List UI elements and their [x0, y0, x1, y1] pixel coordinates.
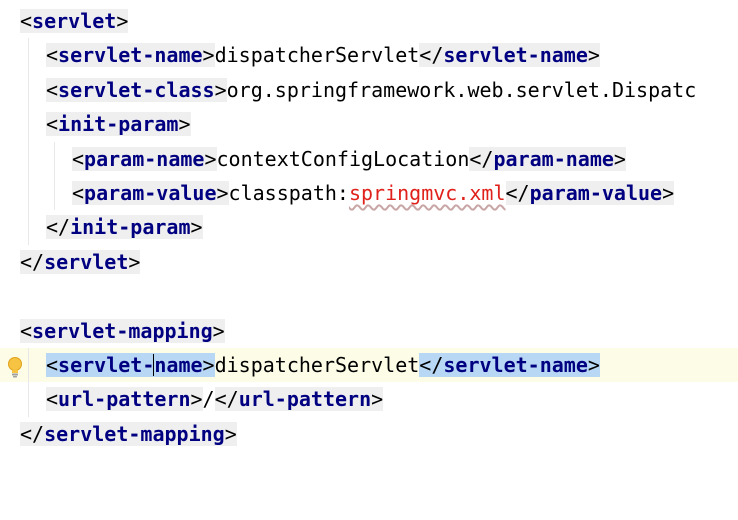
element-text: org.springframework.web.servlet.Dispatc: [226, 77, 697, 102]
tag-bracket: <: [46, 112, 59, 137]
element-text: classpath:: [228, 180, 349, 205]
tag-bracket: </: [419, 43, 444, 68]
indent-guide: [54, 175, 55, 211]
indent-guide: [28, 347, 29, 383]
code-line[interactable]: <servlet>: [0, 4, 738, 38]
element-text: dispatcherServlet: [214, 43, 420, 68]
code-line-content: <servlet-name>dispatcherServlet</servlet…: [46, 348, 600, 382]
tag-name: url-pattern: [58, 387, 191, 412]
code-line[interactable]: </servlet>: [0, 245, 738, 279]
tag-bracket-matched: >: [202, 352, 215, 377]
tag-name: param-value: [529, 180, 663, 205]
tag-name-matched: servlet-name: [443, 352, 588, 377]
code-line[interactable]: <servlet-name>dispatcherServlet</servlet…: [0, 38, 738, 73]
tag-name: servlet-name: [443, 43, 588, 68]
code-line-content: </servlet-mapping>: [20, 417, 237, 451]
tag-bracket: <: [20, 9, 33, 33]
element-text: dispatcherServlet: [214, 352, 420, 377]
tag-bracket-matched: >: [587, 352, 600, 377]
code-line-content: <servlet-mapping>: [20, 314, 225, 348]
code-line-empty[interactable]: [0, 279, 738, 313]
code-line[interactable]: <param-name>contextConfigLocation</param…: [0, 141, 738, 176]
tag-name-matched: name: [154, 352, 203, 377]
indent-guide: [28, 141, 29, 176]
tag-name-matched: servlet-: [58, 352, 155, 377]
indent-guide: [54, 141, 55, 176]
tag-bracket: </: [505, 180, 530, 205]
code-line-content: <servlet>: [20, 4, 129, 38]
code-line-current[interactable]: <servlet-name>dispatcherServlet</servlet…: [0, 347, 738, 383]
code-line-content: <param-value>classpath:springmvc.xml</pa…: [72, 176, 675, 210]
code-line[interactable]: <param-value>classpath:springmvc.xml</pa…: [0, 175, 738, 211]
tag-name: servlet-name: [58, 43, 203, 68]
code-line-content: <servlet-name>dispatcherServlet</servlet…: [46, 38, 600, 72]
unresolved-file-reference[interactable]: springmvc.xml: [349, 181, 506, 205]
element-text: contextConfigLocation: [216, 146, 470, 171]
indent-guide: [28, 210, 29, 245]
code-line[interactable]: <url-pattern>/</url-pattern>: [0, 382, 738, 417]
indent-guide: [28, 72, 29, 108]
indent-guide: [28, 38, 29, 73]
tag-bracket: >: [178, 112, 191, 137]
tag-bracket: <: [20, 318, 33, 343]
tag-bracket: </: [20, 421, 45, 446]
tag-bracket: >: [371, 387, 384, 412]
tag-bracket: >: [224, 421, 237, 446]
code-line[interactable]: <init-param>: [0, 107, 738, 142]
code-line-content: <servlet-class>org.springframework.web.s…: [46, 73, 696, 107]
tag-name: init-param: [58, 112, 179, 137]
tag-bracket: </: [20, 249, 45, 274]
code-line[interactable]: </init-param>: [0, 210, 738, 245]
tag-bracket: >: [214, 77, 227, 102]
tag-bracket-matched: </: [419, 352, 444, 377]
tag-bracket: </: [469, 146, 494, 171]
tag-bracket: >: [662, 180, 675, 205]
tag-name: servlet-class: [58, 77, 215, 102]
tag-bracket: >: [613, 146, 626, 171]
tag-bracket: >: [212, 318, 225, 343]
code-line-content: <param-name>contextConfigLocation</param…: [72, 142, 626, 176]
code-line-content: <url-pattern>/</url-pattern>: [46, 382, 384, 416]
tag-bracket: <: [46, 43, 59, 68]
tag-bracket: >: [128, 249, 141, 274]
code-line[interactable]: </servlet-mapping>: [0, 417, 738, 451]
tag-name: servlet-mapping: [32, 318, 213, 343]
tag-bracket: >: [587, 43, 600, 68]
tag-name: servlet: [32, 9, 117, 33]
tag-bracket: </: [46, 215, 71, 240]
tag-bracket: >: [190, 387, 203, 412]
tag-bracket: </: [214, 387, 239, 412]
lightbulb-icon[interactable]: [7, 356, 23, 378]
tag-bracket: >: [190, 215, 203, 240]
xml-code-editor[interactable]: <servlet> <servlet-name>dispatcherServle…: [0, 4, 738, 451]
indent-guide: [28, 175, 29, 211]
tag-name: param-value: [84, 180, 217, 205]
tag-bracket: >: [116, 9, 129, 33]
tag-bracket: >: [204, 146, 217, 171]
tag-bracket: >: [202, 43, 215, 68]
code-line[interactable]: <servlet-class>org.springframework.web.s…: [0, 72, 738, 108]
tag-name: url-pattern: [238, 387, 372, 412]
tag-bracket: <: [46, 77, 59, 102]
code-line[interactable]: <servlet-mapping>: [0, 314, 738, 348]
tag-bracket: >: [216, 180, 229, 205]
indent-guide: [28, 107, 29, 142]
tag-name: servlet: [44, 249, 129, 274]
tag-bracket-matched: <: [46, 352, 59, 377]
tag-bracket: <: [46, 387, 59, 412]
indent-guide: [28, 382, 29, 417]
tag-name: init-param: [70, 215, 191, 240]
code-line-content: </init-param>: [46, 210, 203, 244]
tag-bracket: <: [72, 180, 85, 205]
tag-name: servlet-mapping: [44, 421, 225, 446]
code-line-content: </servlet>: [20, 245, 141, 279]
element-text: /: [202, 387, 215, 412]
tag-bracket: <: [72, 146, 85, 171]
code-line-content: <init-param>: [46, 107, 191, 141]
tag-name: param-name: [493, 146, 614, 171]
tag-name: param-name: [84, 146, 205, 171]
